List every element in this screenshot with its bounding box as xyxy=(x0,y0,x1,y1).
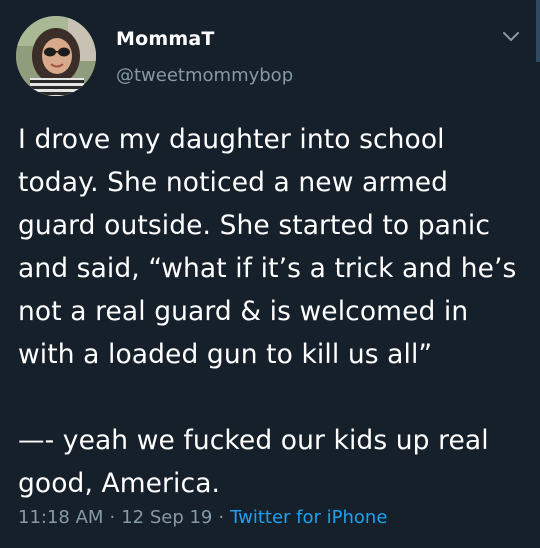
tweet-time[interactable]: 11:18 AM xyxy=(18,507,103,528)
tweet-date[interactable]: 12 Sep 19 xyxy=(121,507,212,528)
tweet-meta: 11:18 AM · 12 Sep 19 · Twitter for iPhone xyxy=(18,505,387,531)
avatar[interactable] xyxy=(16,16,96,96)
meta-separator: · xyxy=(109,507,116,528)
avatar-photo-icon xyxy=(16,16,96,96)
chevron-down-icon[interactable] xyxy=(500,29,522,45)
scrollbar[interactable] xyxy=(536,0,540,62)
user-names: MommaT @tweetmommybop xyxy=(116,27,293,88)
user-handle[interactable]: @tweetmommybop xyxy=(116,64,293,88)
tweet-paragraph: —- yeah we fucked our kids up real good,… xyxy=(18,425,489,499)
display-name[interactable]: MommaT xyxy=(116,27,293,51)
tweet-source-link[interactable]: Twitter for iPhone xyxy=(230,507,387,528)
tweet-card: MommaT @tweetmommybop I drove my daughte… xyxy=(0,0,540,548)
tweet-header: MommaT @tweetmommybop xyxy=(14,13,526,96)
meta-separator: · xyxy=(218,507,225,528)
tweet-text: I drove my daughter into school today. S… xyxy=(18,118,528,505)
tweet-paragraph: I drove my daughter into school today. S… xyxy=(18,124,517,370)
